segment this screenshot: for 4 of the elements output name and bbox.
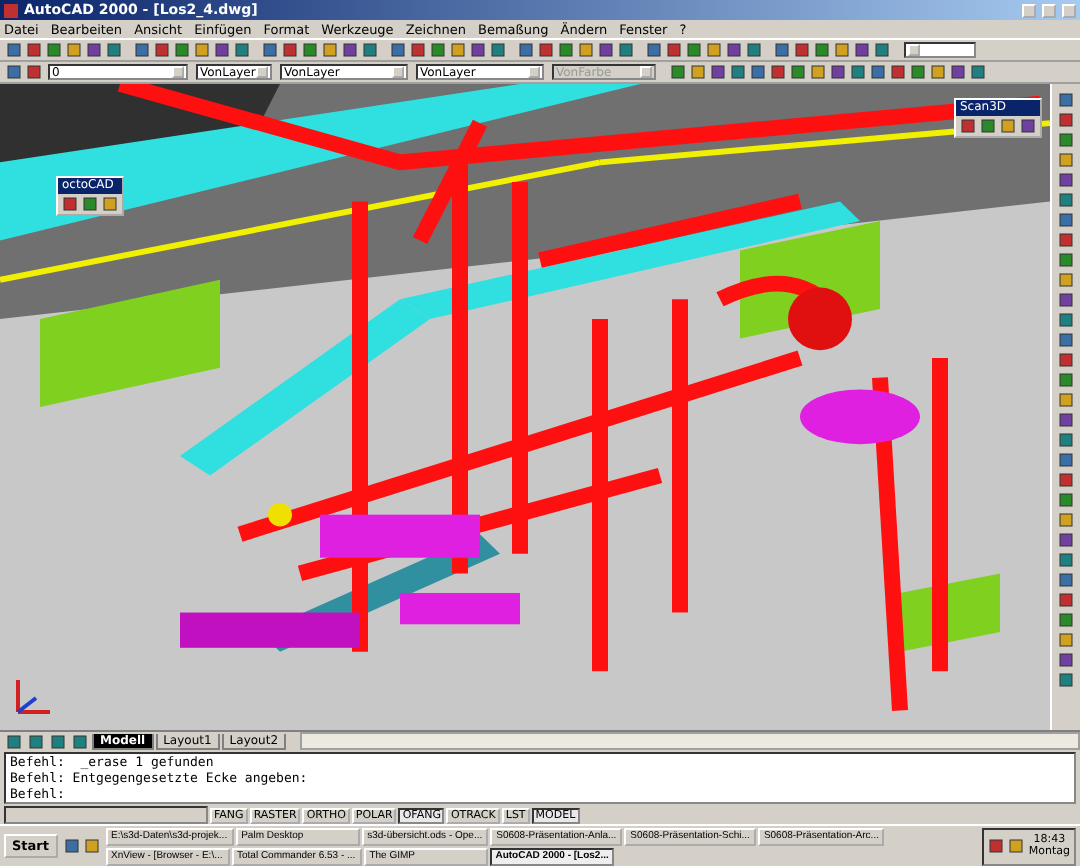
horizontal-scrollbar[interactable] <box>300 732 1080 750</box>
app-icon <box>4 3 18 17</box>
ucs-axis-icon <box>12 674 56 718</box>
view-dropdown[interactable] <box>904 42 976 58</box>
